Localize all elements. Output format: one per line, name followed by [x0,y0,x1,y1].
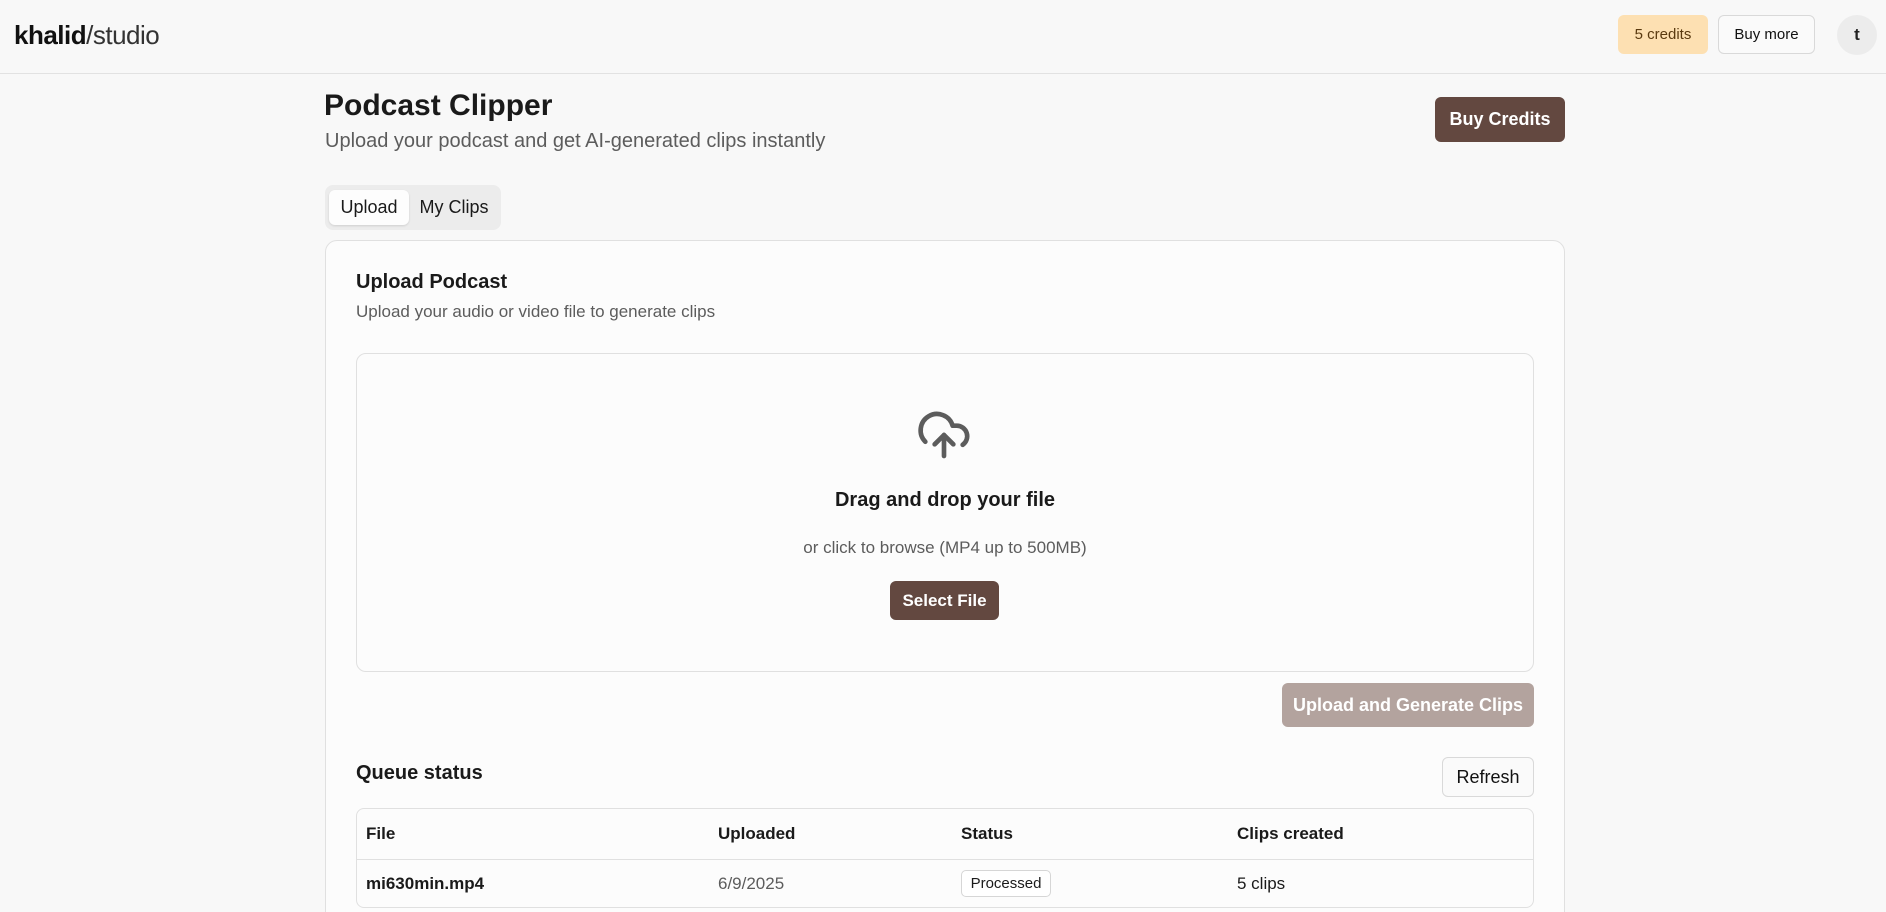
column-header-file: File [366,824,396,843]
status-badge: Processed [961,870,1051,897]
logo-slash: / [86,20,93,50]
row-clips-count: 5 clips [1237,874,1286,893]
row-file-name: mi630min.mp4 [366,874,485,893]
page-subtitle: Upload your podcast and get AI-generated… [325,130,826,152]
select-file-button[interactable]: Select File [890,581,999,620]
queue-table: File Uploaded Status Clips created mi630… [356,808,1534,908]
logo-sub: studio [92,20,160,50]
column-header-uploaded: Uploaded [718,824,796,843]
page-title: Podcast Clipper [324,89,553,122]
credits-badge: 5 credits [1618,15,1708,54]
tab-list: Upload My Clips [325,185,501,230]
card-title: Upload Podcast [356,271,508,293]
row-uploaded-date: 6/9/2025 [718,874,785,893]
table-divider [357,859,1533,860]
logo[interactable]: khalid/studio [14,20,160,51]
cloud-upload-icon [918,411,970,459]
refresh-button[interactable]: Refresh [1442,757,1534,797]
avatar[interactable]: t [1837,15,1877,55]
tab-my-clips[interactable]: My Clips [413,190,495,225]
queue-title: Queue status [356,762,483,784]
column-header-status: Status [961,824,1013,843]
buy-more-button[interactable]: Buy more [1718,15,1815,54]
top-navbar: khalid/studio 5 credits Buy more t [0,0,1886,74]
dropzone-heading: Drag and drop your file [834,489,1056,511]
column-header-clips: Clips created [1237,824,1344,843]
upload-generate-button[interactable]: Upload and Generate Clips [1282,683,1534,727]
logo-brand: khalid [14,20,87,50]
buy-credits-button[interactable]: Buy Credits [1435,97,1565,142]
dropzone-hint: or click to browse (MP4 up to 500MB) [803,538,1087,557]
file-dropzone[interactable] [356,353,1534,672]
card-subtitle: Upload your audio or video file to gener… [356,302,716,321]
tab-upload[interactable]: Upload [329,190,409,225]
